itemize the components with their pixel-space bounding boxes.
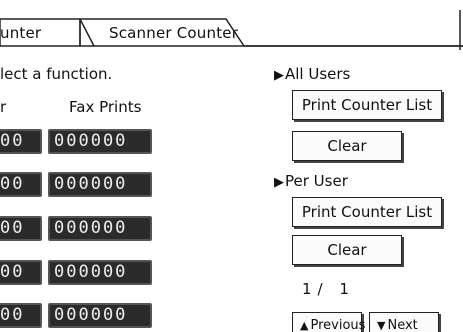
counter-fax-4: 000000	[48, 260, 152, 285]
per-user-label: Per User	[285, 172, 348, 190]
up-triangle-icon: ▲	[300, 319, 309, 332]
counter-left-1: 00	[0, 129, 42, 154]
previous-button[interactable]: ▲ Previous	[292, 312, 366, 332]
next-button[interactable]: ▼ Next	[369, 312, 439, 332]
column-header-left: r	[0, 98, 7, 116]
per-user-heading: ▶Per User	[274, 172, 348, 190]
counter-left-4: 00	[0, 260, 42, 285]
all-users-clear-button[interactable]: Clear	[292, 131, 402, 161]
tab-scanner-counter[interactable]: Scanner Counter	[109, 24, 238, 42]
all-users-heading: ▶All Users	[274, 65, 350, 83]
counter-screen: unter Scanner Counter lect a function. r…	[0, 0, 463, 332]
counter-fax-1: 000000	[48, 129, 152, 154]
counter-left-3: 00	[0, 216, 42, 241]
counter-left-5: 00	[0, 303, 42, 328]
all-users-label: All Users	[285, 65, 351, 83]
right-triangle-icon: ▶	[274, 175, 284, 190]
instruction-text: lect a function.	[0, 65, 113, 83]
page-indicator: 1/ 1	[302, 280, 355, 298]
per-user-clear-button[interactable]: Clear	[292, 235, 402, 265]
tab-counter[interactable]: unter	[0, 24, 41, 42]
counter-left-2: 00	[0, 172, 42, 197]
per-user-print-counter-list-button[interactable]: Print Counter List	[292, 197, 442, 227]
counter-fax-2: 000000	[48, 172, 152, 197]
column-header-fax-prints: Fax Prints	[69, 98, 142, 116]
right-triangle-icon: ▶	[274, 68, 284, 83]
previous-label: Previous	[310, 318, 366, 332]
all-users-print-counter-list-button[interactable]: Print Counter List	[292, 90, 442, 120]
next-label: Next	[387, 318, 418, 332]
counter-fax-3: 000000	[48, 216, 152, 241]
down-triangle-icon: ▼	[377, 319, 386, 332]
counter-fax-5: 000000	[48, 303, 152, 328]
